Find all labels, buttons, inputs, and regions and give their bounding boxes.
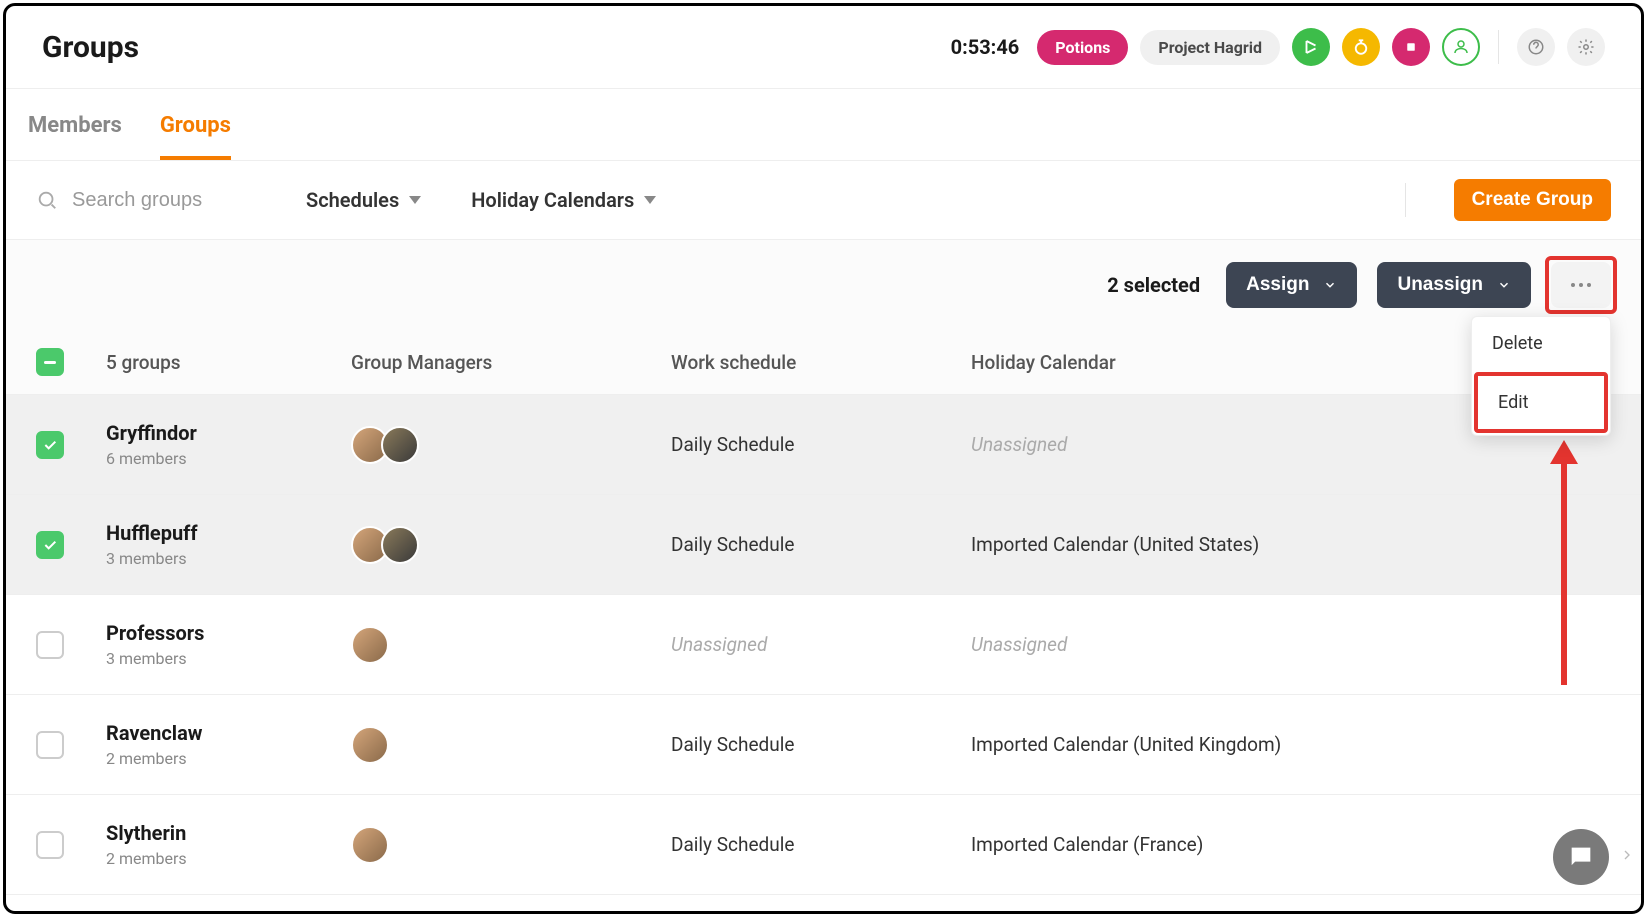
avatar-stack <box>351 426 671 464</box>
group-members-count: 2 members <box>106 849 351 868</box>
row-checkbox[interactable] <box>36 531 64 559</box>
menu-delete[interactable]: Delete <box>1472 317 1610 370</box>
chevron-down-icon <box>409 196 421 204</box>
holiday-calendar-value: Imported Calendar (United States) <box>971 533 1259 556</box>
selected-count: 2 selected <box>1107 273 1200 297</box>
group-members-count: 3 members <box>106 649 351 668</box>
tab-groups[interactable]: Groups <box>160 89 231 160</box>
menu-edit[interactable]: Edit <box>1474 372 1608 433</box>
col-managers: Group Managers <box>351 351 671 374</box>
table-row[interactable]: Ravenclaw 2 members Daily Schedule Imported… <box>6 695 1641 795</box>
nav-chevron[interactable] <box>1619 847 1635 867</box>
pause-timer-button[interactable] <box>1342 28 1380 66</box>
avatar <box>351 626 389 664</box>
table-row[interactable]: Hufflepuff 3 members Daily Schedule Importe… <box>6 495 1641 595</box>
timer: 0:53:46 <box>951 35 1020 59</box>
chevron-down-icon <box>644 196 656 204</box>
filter-holidays[interactable]: Holiday Calendars <box>471 188 656 212</box>
group-name: Hufflepuff <box>106 521 351 545</box>
work-schedule-value: Unassigned <box>671 633 767 656</box>
group-members-count: 2 members <box>106 749 351 768</box>
project-pill-hagrid[interactable]: Project Hagrid <box>1140 30 1280 65</box>
group-name: Gryffindor <box>106 421 351 445</box>
col-schedule: Work schedule <box>671 351 971 374</box>
group-name: Slytherin <box>106 821 351 845</box>
search-input[interactable] <box>72 189 252 212</box>
stopwatch-icon <box>1352 38 1370 56</box>
table-row[interactable]: Professors 3 members Unassigned Unassigned <box>6 595 1641 695</box>
avatar <box>351 826 389 864</box>
col-groups-count: 5 groups <box>106 351 351 374</box>
avatar <box>351 726 389 764</box>
help-icon <box>1527 38 1545 56</box>
more-icon <box>1571 283 1591 287</box>
row-checkbox[interactable] <box>36 431 64 459</box>
play-icon <box>1302 38 1320 56</box>
holiday-calendar-value: Imported Calendar (France) <box>971 833 1203 856</box>
chevron-down-icon <box>1323 278 1337 292</box>
more-actions-button[interactable] <box>1551 262 1611 308</box>
row-checkbox[interactable] <box>36 631 64 659</box>
work-schedule-value: Daily Schedule <box>671 733 794 756</box>
search-wrap <box>36 189 276 212</box>
table-header: 5 groups Group Managers Work schedule Ho… <box>6 330 1641 395</box>
avatar-stack <box>351 526 671 564</box>
row-checkbox[interactable] <box>36 731 64 759</box>
row-checkbox[interactable] <box>36 831 64 859</box>
avatar-stack <box>351 726 671 764</box>
avatar <box>381 526 419 564</box>
unassign-label: Unassign <box>1397 274 1483 296</box>
header-right: 0:53:46 Potions Project Hagrid <box>951 28 1605 66</box>
work-schedule-value: Daily Schedule <box>671 833 794 856</box>
toolbar: Schedules Holiday Calendars Create Group <box>6 161 1641 240</box>
holiday-calendar-value: Unassigned <box>971 433 1067 456</box>
work-schedule-value: Daily Schedule <box>671 433 794 456</box>
group-members-count: 3 members <box>106 549 351 568</box>
group-name: Ravenclaw <box>106 721 351 745</box>
project-pill-potions[interactable]: Potions <box>1037 30 1128 65</box>
divider <box>1498 30 1499 64</box>
filter-schedules[interactable]: Schedules <box>306 188 421 212</box>
tabs: Members Groups <box>6 89 1641 161</box>
avatar-stack <box>351 626 671 664</box>
more-actions-menu: Delete Edit <box>1471 316 1611 436</box>
stop-timer-button[interactable] <box>1392 28 1430 66</box>
start-timer-button[interactable] <box>1292 28 1330 66</box>
action-bar: 2 selected Assign Unassign Delete Edit <box>6 240 1641 330</box>
user-icon <box>1452 38 1470 56</box>
unassign-button[interactable]: Unassign <box>1377 262 1531 308</box>
user-badge-button[interactable] <box>1442 28 1480 66</box>
create-group-button[interactable]: Create Group <box>1454 179 1611 221</box>
select-all-checkbox[interactable] <box>36 348 64 376</box>
search-icon <box>36 189 58 211</box>
holiday-calendar-value: Imported Calendar (United Kingdom) <box>971 733 1281 756</box>
settings-icon <box>1577 38 1595 56</box>
header: Groups 0:53:46 Potions Project Hagrid <box>6 6 1641 89</box>
filter-schedules-label: Schedules <box>306 188 399 212</box>
help-button[interactable] <box>1517 28 1555 66</box>
chat-button[interactable] <box>1553 829 1609 885</box>
filter-holidays-label: Holiday Calendars <box>471 188 634 212</box>
assign-button[interactable]: Assign <box>1226 262 1357 308</box>
chevron-right-icon <box>1619 847 1635 863</box>
table-row[interactable]: Slytherin 2 members Daily Schedule Imported… <box>6 795 1641 895</box>
holiday-calendar-value: Unassigned <box>971 633 1067 656</box>
chevron-down-icon <box>1497 278 1511 292</box>
page-title: Groups <box>42 30 139 65</box>
avatar-stack <box>351 826 671 864</box>
table-row[interactable]: Gryffindor 6 members Daily Schedule Unassig… <box>6 395 1641 495</box>
group-name: Professors <box>106 621 351 645</box>
settings-button[interactable] <box>1567 28 1605 66</box>
chat-icon <box>1567 843 1595 871</box>
tab-members[interactable]: Members <box>28 89 122 160</box>
table-body: Gryffindor 6 members Daily Schedule Unassig… <box>6 395 1641 895</box>
divider <box>1405 183 1406 217</box>
stop-icon <box>1402 38 1420 56</box>
work-schedule-value: Daily Schedule <box>671 533 794 556</box>
assign-label: Assign <box>1246 274 1309 296</box>
group-members-count: 6 members <box>106 449 351 468</box>
avatar <box>381 426 419 464</box>
